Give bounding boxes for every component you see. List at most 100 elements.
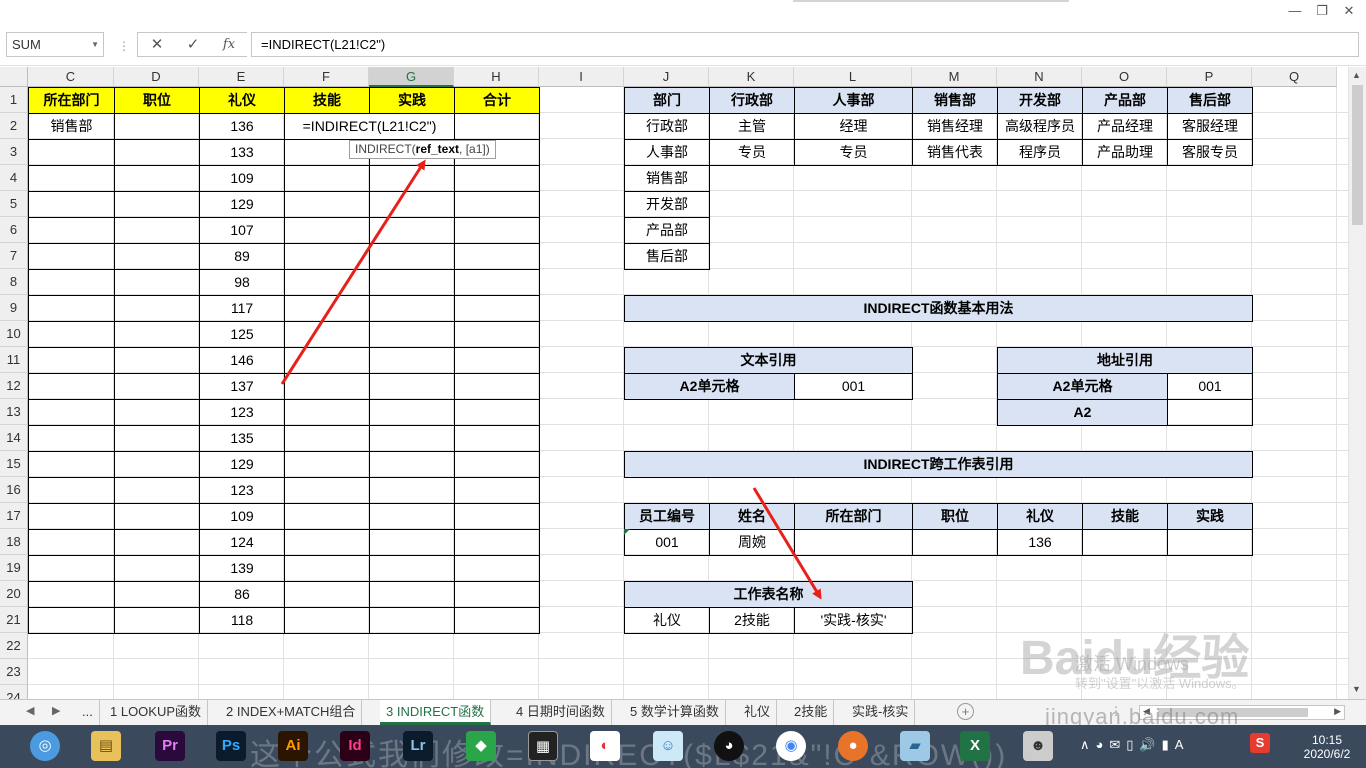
chevron-down-icon[interactable]: ▼ xyxy=(91,33,99,56)
table-cell[interactable] xyxy=(454,529,540,556)
dept-cell[interactable]: 行政部 xyxy=(624,113,710,140)
table-cell[interactable] xyxy=(28,269,115,296)
cross-cell[interactable] xyxy=(794,529,913,556)
column-header-p[interactable]: P xyxy=(1167,67,1252,87)
table-cell[interactable] xyxy=(28,555,115,582)
sheetname-cell[interactable]: 2技能 xyxy=(709,607,795,634)
table-cell[interactable] xyxy=(284,503,370,530)
header-cell[interactable]: 职位 xyxy=(114,87,200,114)
table-cell[interactable] xyxy=(114,113,200,140)
cross-header-cell[interactable]: 姓名 xyxy=(709,503,795,530)
vertical-scrollbar[interactable]: ▲ ▼ xyxy=(1348,67,1366,699)
table-cell[interactable] xyxy=(369,529,455,556)
cross-cell[interactable] xyxy=(912,529,998,556)
liyi-cell[interactable]: 136 xyxy=(199,113,285,140)
table-cell[interactable] xyxy=(284,555,370,582)
liyi-cell[interactable]: 146 xyxy=(199,347,285,374)
table-cell[interactable] xyxy=(369,321,455,348)
addr-ref-value[interactable]: 001 xyxy=(1167,373,1253,400)
liyi-cell[interactable]: 109 xyxy=(199,165,285,192)
liyi-cell[interactable]: 89 xyxy=(199,243,285,270)
dept-cell[interactable]: 程序员 xyxy=(997,139,1083,166)
table-cell[interactable] xyxy=(114,555,200,582)
table-cell[interactable] xyxy=(28,503,115,530)
scroll-down-icon[interactable]: ▼ xyxy=(1352,684,1361,694)
table-cell[interactable] xyxy=(114,399,200,426)
premiere-icon[interactable]: Pr xyxy=(155,731,185,761)
row-header-7[interactable]: 7 xyxy=(0,243,28,269)
table-cell[interactable] xyxy=(454,581,540,608)
row-header-20[interactable]: 20 xyxy=(0,581,28,607)
table-cell[interactable] xyxy=(454,451,540,478)
dept-cell[interactable]: 销售部 xyxy=(624,165,710,192)
cancel-icon[interactable]: ✕ xyxy=(145,35,169,55)
column-header-l[interactable]: L xyxy=(794,67,912,87)
row-header-8[interactable]: 8 xyxy=(0,269,28,295)
sheet-tab[interactable]: 1 LOOKUP函数 xyxy=(104,700,209,725)
table-cell[interactable] xyxy=(284,217,370,244)
indesign-icon[interactable]: Id xyxy=(340,731,370,761)
table-cell[interactable] xyxy=(114,191,200,218)
table-cell[interactable] xyxy=(369,373,455,400)
column-header-d[interactable]: D xyxy=(114,67,199,87)
tray-icons[interactable]: ∧◕✉▯🔊▮A xyxy=(1080,737,1189,753)
table-cell[interactable] xyxy=(114,451,200,478)
umbrella-app-icon[interactable]: ◐ xyxy=(590,731,620,761)
table-cell[interactable] xyxy=(369,243,455,270)
table-cell[interactable] xyxy=(284,295,370,322)
row-header-11[interactable]: 11 xyxy=(0,347,28,373)
row-header-3[interactable]: 3 xyxy=(0,139,28,165)
table-cell[interactable] xyxy=(369,399,455,426)
excel-icon[interactable]: X xyxy=(960,731,990,761)
cross-cell[interactable] xyxy=(1167,529,1253,556)
close-icon[interactable]: ✕ xyxy=(1338,1,1360,21)
scroll-up-icon[interactable]: ▲ xyxy=(1352,70,1361,80)
minimize-icon[interactable]: — xyxy=(1284,1,1306,21)
liyi-cell[interactable]: 133 xyxy=(199,139,285,166)
dept-cell[interactable]: 人事部 xyxy=(624,139,710,166)
cross-cell[interactable]: 136 xyxy=(997,529,1083,556)
table-cell[interactable] xyxy=(114,243,200,270)
header-cell[interactable]: 技能 xyxy=(284,87,370,114)
table-cell[interactable] xyxy=(454,295,540,322)
cross-header-cell[interactable]: 所在部门 xyxy=(794,503,913,530)
table-cell[interactable] xyxy=(284,451,370,478)
row-header-17[interactable]: 17 xyxy=(0,503,28,529)
notes-app-icon[interactable]: ▰ xyxy=(900,731,930,761)
row-header-10[interactable]: 10 xyxy=(0,321,28,347)
sheet-tab[interactable]: 2 INDEX+MATCH组合 xyxy=(220,700,363,725)
table-cell[interactable] xyxy=(28,165,115,192)
table-cell[interactable] xyxy=(28,191,115,218)
table-cell[interactable] xyxy=(28,451,115,478)
dept-cell[interactable]: 销售代表 xyxy=(912,139,998,166)
table-cell[interactable] xyxy=(454,113,540,140)
table-cell[interactable] xyxy=(284,425,370,452)
liyi-cell[interactable]: 135 xyxy=(199,425,285,452)
scroll-right-icon[interactable]: ▶ xyxy=(1334,706,1341,717)
table-cell[interactable] xyxy=(284,243,370,270)
illustrator-icon[interactable]: Ai xyxy=(278,731,308,761)
table-cell[interactable] xyxy=(454,191,540,218)
row-header-5[interactable]: 5 xyxy=(0,191,28,217)
table-cell[interactable] xyxy=(369,165,455,192)
table-cell[interactable] xyxy=(454,555,540,582)
header-cell[interactable]: 所在部门 xyxy=(28,87,115,114)
table-cell[interactable] xyxy=(369,217,455,244)
cross-header-cell[interactable]: 员工编号 xyxy=(624,503,710,530)
table-cell[interactable] xyxy=(454,347,540,374)
sheet-tab[interactable]: 实践-核实 xyxy=(846,700,916,725)
dept-cell[interactable]: 产品助理 xyxy=(1082,139,1168,166)
table-cell[interactable] xyxy=(28,139,115,166)
table-cell[interactable] xyxy=(114,347,200,374)
liyi-cell[interactable]: 107 xyxy=(199,217,285,244)
table-cell[interactable] xyxy=(454,503,540,530)
dept-header-cell[interactable]: 人事部 xyxy=(794,87,913,114)
table-cell[interactable] xyxy=(454,321,540,348)
table-cell[interactable] xyxy=(114,607,200,634)
table-cell[interactable] xyxy=(28,607,115,634)
liyi-cell[interactable]: 129 xyxy=(199,451,285,478)
restore-icon[interactable]: ❐ xyxy=(1311,1,1333,21)
dept-cell[interactable]: 客服经理 xyxy=(1167,113,1253,140)
row-header-18[interactable]: 18 xyxy=(0,529,28,555)
table-cell[interactable] xyxy=(28,243,115,270)
